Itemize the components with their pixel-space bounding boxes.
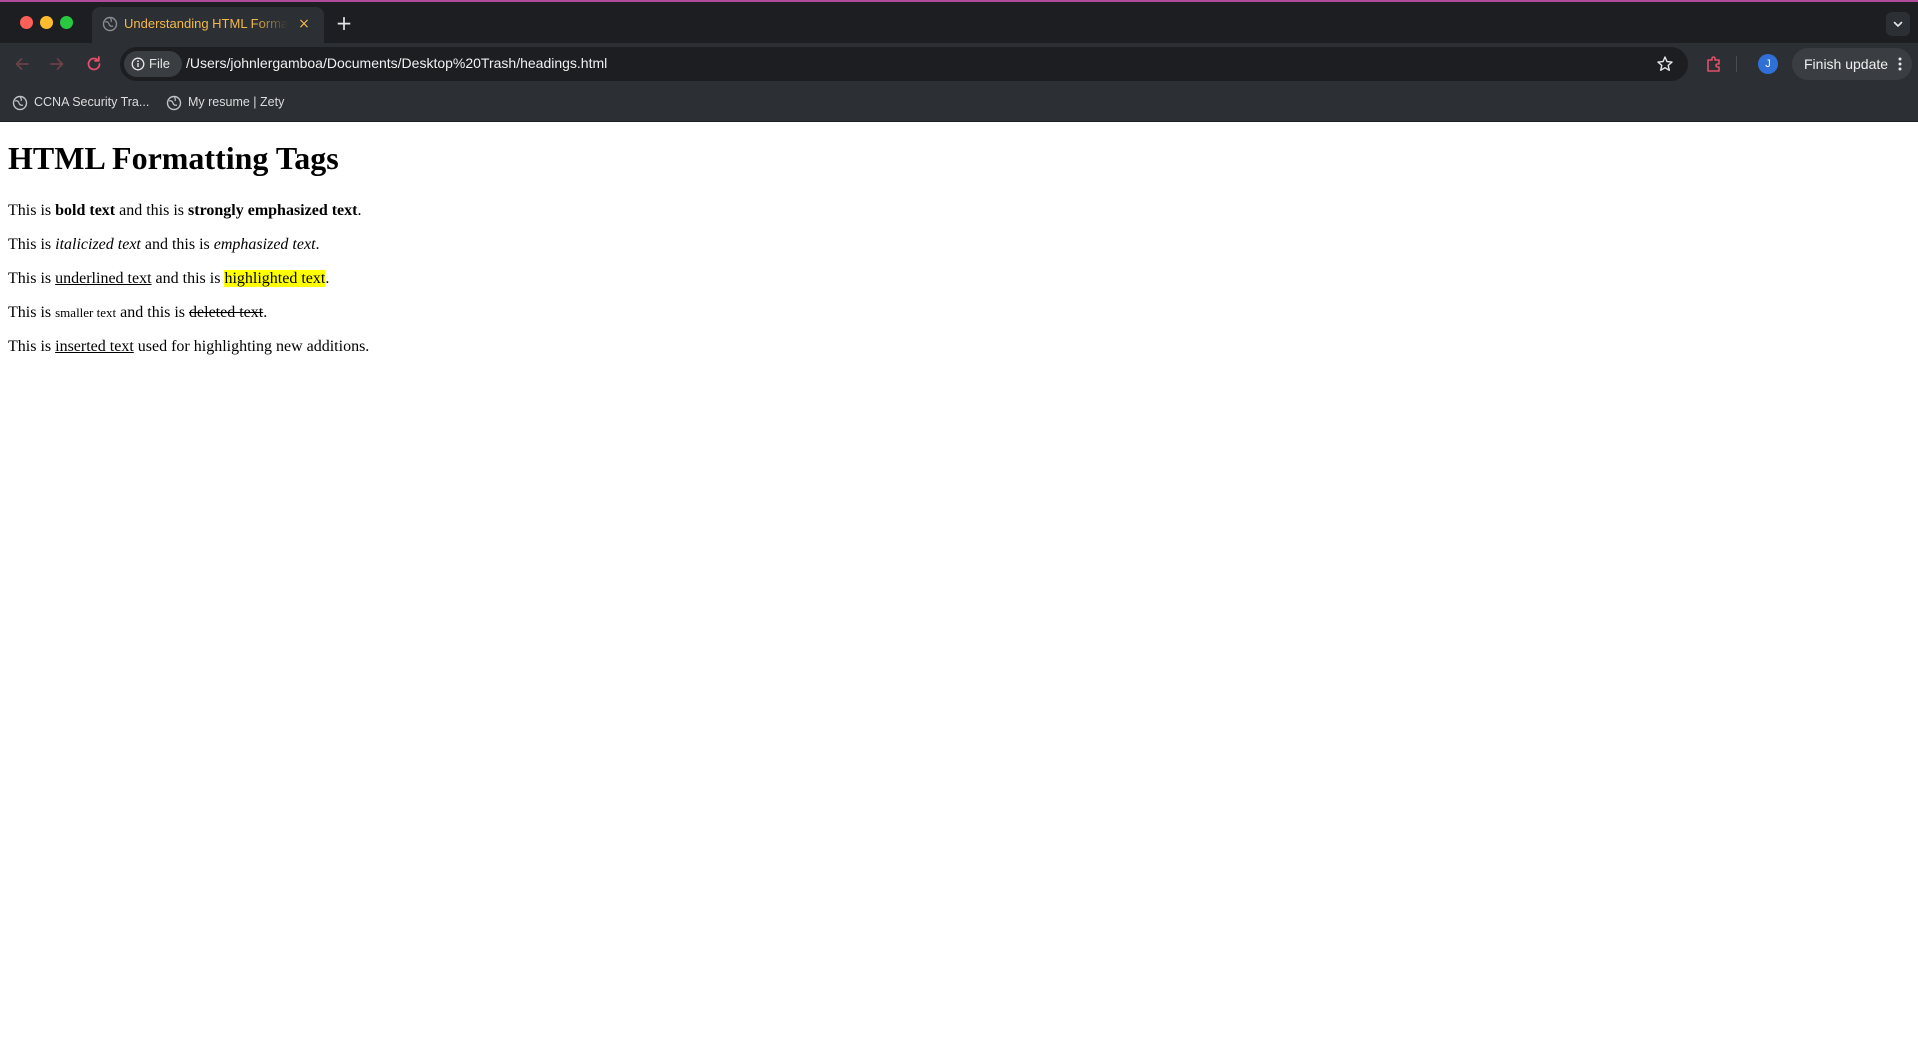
bookmark-star-button[interactable]	[1656, 55, 1674, 73]
extensions-button[interactable]	[1704, 54, 1724, 74]
finish-update-button[interactable]: Finish update	[1792, 48, 1912, 80]
maximize-window-button[interactable]	[60, 16, 73, 29]
tab-title: Understanding HTML Formatting Tags	[124, 16, 288, 31]
inserted-text: inserted text	[55, 338, 134, 355]
text: This is	[8, 236, 56, 253]
profile-avatar[interactable]: J	[1758, 54, 1778, 74]
toolbar-divider	[1736, 56, 1737, 72]
tab-search-button[interactable]	[1886, 12, 1910, 36]
highlighted-text: highlighted text	[224, 270, 326, 287]
browser-window: Understanding HTML Formatting Tags × +	[0, 0, 1918, 1056]
tab-close-icon[interactable]: ×	[296, 16, 312, 32]
text: used for highlighting new additions.	[133, 338, 370, 355]
bookmark-label: CCNA Security Tra...	[34, 95, 150, 109]
address-bar[interactable]: File /Users/johnlergamboa/Documents/Desk…	[120, 47, 1688, 81]
forward-button[interactable]	[47, 54, 67, 74]
info-icon	[131, 57, 145, 71]
paragraph-bold: This is bold text and this is strongly e…	[8, 202, 361, 220]
globe-icon	[12, 95, 28, 111]
back-button[interactable]	[12, 54, 32, 74]
underlined-text: underlined text	[55, 270, 152, 287]
bookmark-my-resume[interactable]: My resume | Zety	[166, 93, 296, 113]
text: .	[263, 304, 268, 321]
bold-text: bold text	[55, 202, 116, 219]
text: This is	[8, 202, 56, 219]
deleted-text: deleted text	[189, 304, 264, 321]
site-info-label: File	[149, 56, 170, 71]
reload-button[interactable]	[84, 54, 104, 74]
finish-update-label: Finish update	[1804, 56, 1889, 72]
more-vertical-icon[interactable]	[1892, 56, 1908, 72]
paragraph-underline: This is underlined text and this is high…	[8, 270, 329, 288]
globe-icon	[166, 95, 182, 111]
paragraph-inserted: This is inserted text used for highlight…	[8, 338, 369, 356]
tab-active[interactable]: Understanding HTML Formatting Tags ×	[92, 7, 324, 43]
minimize-window-button[interactable]	[40, 16, 53, 29]
new-tab-button[interactable]: +	[334, 13, 354, 33]
star-icon	[1657, 56, 1673, 71]
text: This is	[8, 270, 56, 287]
site-info-button[interactable]: File	[124, 51, 182, 77]
text: and this is	[151, 270, 225, 287]
text: .	[325, 270, 330, 287]
page-title: HTML Formatting Tags	[8, 140, 339, 176]
paragraph-small: This is smaller text and this is deleted…	[8, 304, 267, 322]
text: This is	[8, 304, 56, 321]
puzzle-piece-icon	[1707, 56, 1720, 72]
arrow-left-icon	[15, 58, 29, 70]
globe-icon	[102, 16, 118, 32]
bookmark-label: My resume | Zety	[188, 95, 285, 109]
strong-text: strongly emphasized text	[188, 202, 358, 219]
text: This is	[8, 338, 56, 355]
toolbar: File /Users/johnlergamboa/Documents/Desk…	[0, 43, 1918, 85]
bookmarks-bar: CCNA Security Tra... My resume | Zety	[0, 85, 1918, 122]
text: .	[315, 236, 320, 253]
italic-text: italicized text	[55, 236, 141, 253]
tab-strip: Understanding HTML Formatting Tags × +	[0, 2, 1918, 43]
close-window-button[interactable]	[20, 16, 33, 29]
bookmark-ccna-security[interactable]: CCNA Security Tra...	[12, 93, 152, 113]
paragraph-italic: This is italicized text and this is emph…	[8, 236, 320, 254]
text: and this is	[115, 202, 189, 219]
reload-icon	[87, 56, 101, 71]
chevron-down-icon	[1893, 21, 1903, 27]
arrow-right-icon	[50, 58, 64, 70]
emphasized-text: emphasized text	[213, 236, 316, 253]
small-text: smaller text	[55, 305, 117, 320]
text: .	[357, 202, 362, 219]
page-content: HTML Formatting Tags This is bold text a…	[0, 122, 1918, 1056]
url-text[interactable]: /Users/johnlergamboa/Documents/Desktop%2…	[186, 55, 607, 71]
text: and this is	[116, 304, 190, 321]
text: and this is	[140, 236, 214, 253]
